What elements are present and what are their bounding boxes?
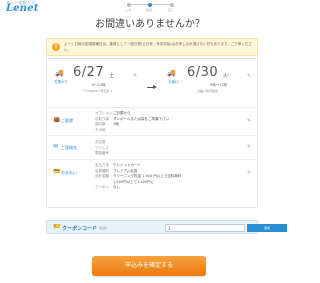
coupon-code-input[interactable] <box>165 224 245 232</box>
schedule-row: 🚚 お預かり 6/27 土 9～13時 〒2360017 埼玉県 2- ✎ 🚚 … <box>47 59 259 107</box>
delivery-time: 9時～12時 <box>210 83 228 87</box>
arrow-icon <box>147 85 157 89</box>
payment-title: お支払い <box>61 170 77 175</box>
logo-subtitle: ネット宅配クリーニング <box>6 0 36 11</box>
pickup-caption: お預かり <box>54 80 68 84</box>
request-section: 👜 ご要望 オプションご記載から 引取り袋 ダンボールまたは袋をご準備下さい 個口… <box>47 107 259 135</box>
step-label-3: 完了 <box>168 8 175 12</box>
step-connector <box>152 4 170 5</box>
contact-details: お名前 アドレス 電話番号 <box>95 140 113 157</box>
step-connector <box>130 4 148 5</box>
request-row: その他 <box>95 127 106 132</box>
contact-title: ご連絡先 <box>61 145 77 150</box>
order-summary-card: 🚚 お預かり 6/27 土 9～13時 〒2360017 埼玉県 2- ✎ 🚚 … <box>46 58 259 208</box>
logo[interactable]: ネット宅配クリーニング Lenet <box>6 0 39 14</box>
payment-details: 支払方法 クレジットカード 会員種別 プレミアム会員 合計金額 クリーニング料金 1,… <box>95 163 181 191</box>
step-dot-2 <box>148 3 152 7</box>
notice-banner: ! よーく日時の配達候補日は、集荷として一部日程(土日祝・年末年始)はお申し込み… <box>46 38 258 56</box>
coupon-bar: 🎫 クーポンコード （任意） 適用 <box>46 220 287 234</box>
edit-request-icon[interactable]: ✎ <box>247 118 251 124</box>
warning-icon: ! <box>52 43 60 51</box>
edit-delivery-icon[interactable]: ✎ <box>247 73 251 79</box>
payment-section: 💳 お支払い 支払方法 クレジットカード 会員種別 プレミアム会員 合計金額 クリーニ… <box>47 159 259 193</box>
request-details: オプションご記載から 引取り袋 ダンボールまたは袋をご準備下さい 個口数 1個 その… <box>95 111 169 133</box>
delivery-date: 6/30 <box>187 65 219 80</box>
payment-row: クーポン なし <box>95 185 120 189</box>
wallet-icon: 💳 <box>53 168 61 175</box>
step-dot-1 <box>127 3 131 7</box>
edit-payment-icon[interactable]: ✎ <box>247 170 251 176</box>
step-label-2: 確認 <box>146 8 153 12</box>
ticket-icon: 🎫 <box>53 223 61 230</box>
edit-pickup-icon[interactable]: ✎ <box>133 73 137 79</box>
confirm-order-button[interactable]: 申込みを確定する <box>92 256 206 276</box>
edit-contact-icon[interactable]: ✎ <box>247 144 251 150</box>
coupon-label: クーポンコード <box>62 226 98 232</box>
delivery-truck-icon: 🚚 <box>167 69 176 77</box>
step-label-1: 入力 <box>125 8 132 12</box>
mail-icon: ✉ <box>53 143 59 150</box>
bag-icon: 👜 <box>53 116 61 123</box>
pickup-day-of-week: 土 <box>109 73 115 79</box>
coupon-apply-button[interactable]: 適用 <box>247 224 287 232</box>
coupon-optional-note: （任意） <box>97 226 110 230</box>
pickup-date: 6/27 <box>73 65 105 80</box>
pickup-address: 〒2360017 埼玉県 2- <box>83 89 114 93</box>
delivery-address: お届け先同住所 <box>197 89 219 93</box>
notice-text: よーく日時の配達候補日は、集荷として一部日程(土日祝・年末年始)はお申し込み頂け… <box>64 42 252 52</box>
progress-steps: 入力 確認 完了 <box>120 2 180 12</box>
request-title: ご要望 <box>61 118 73 123</box>
pickup-truck-icon: 🚚 <box>55 69 64 77</box>
pickup-time: 9～13時 <box>92 83 106 87</box>
contact-section: ✉ ご連絡先 お名前 アドレス 電話番号 ✎ <box>47 135 259 159</box>
contact-row: 電話番号 <box>95 151 109 155</box>
delivery-day-of-week: 火 <box>223 73 229 79</box>
page-title: お間違いありませんか？ <box>95 19 205 30</box>
delivery-caption: お届け <box>168 80 179 84</box>
step-dot-3 <box>170 3 174 7</box>
